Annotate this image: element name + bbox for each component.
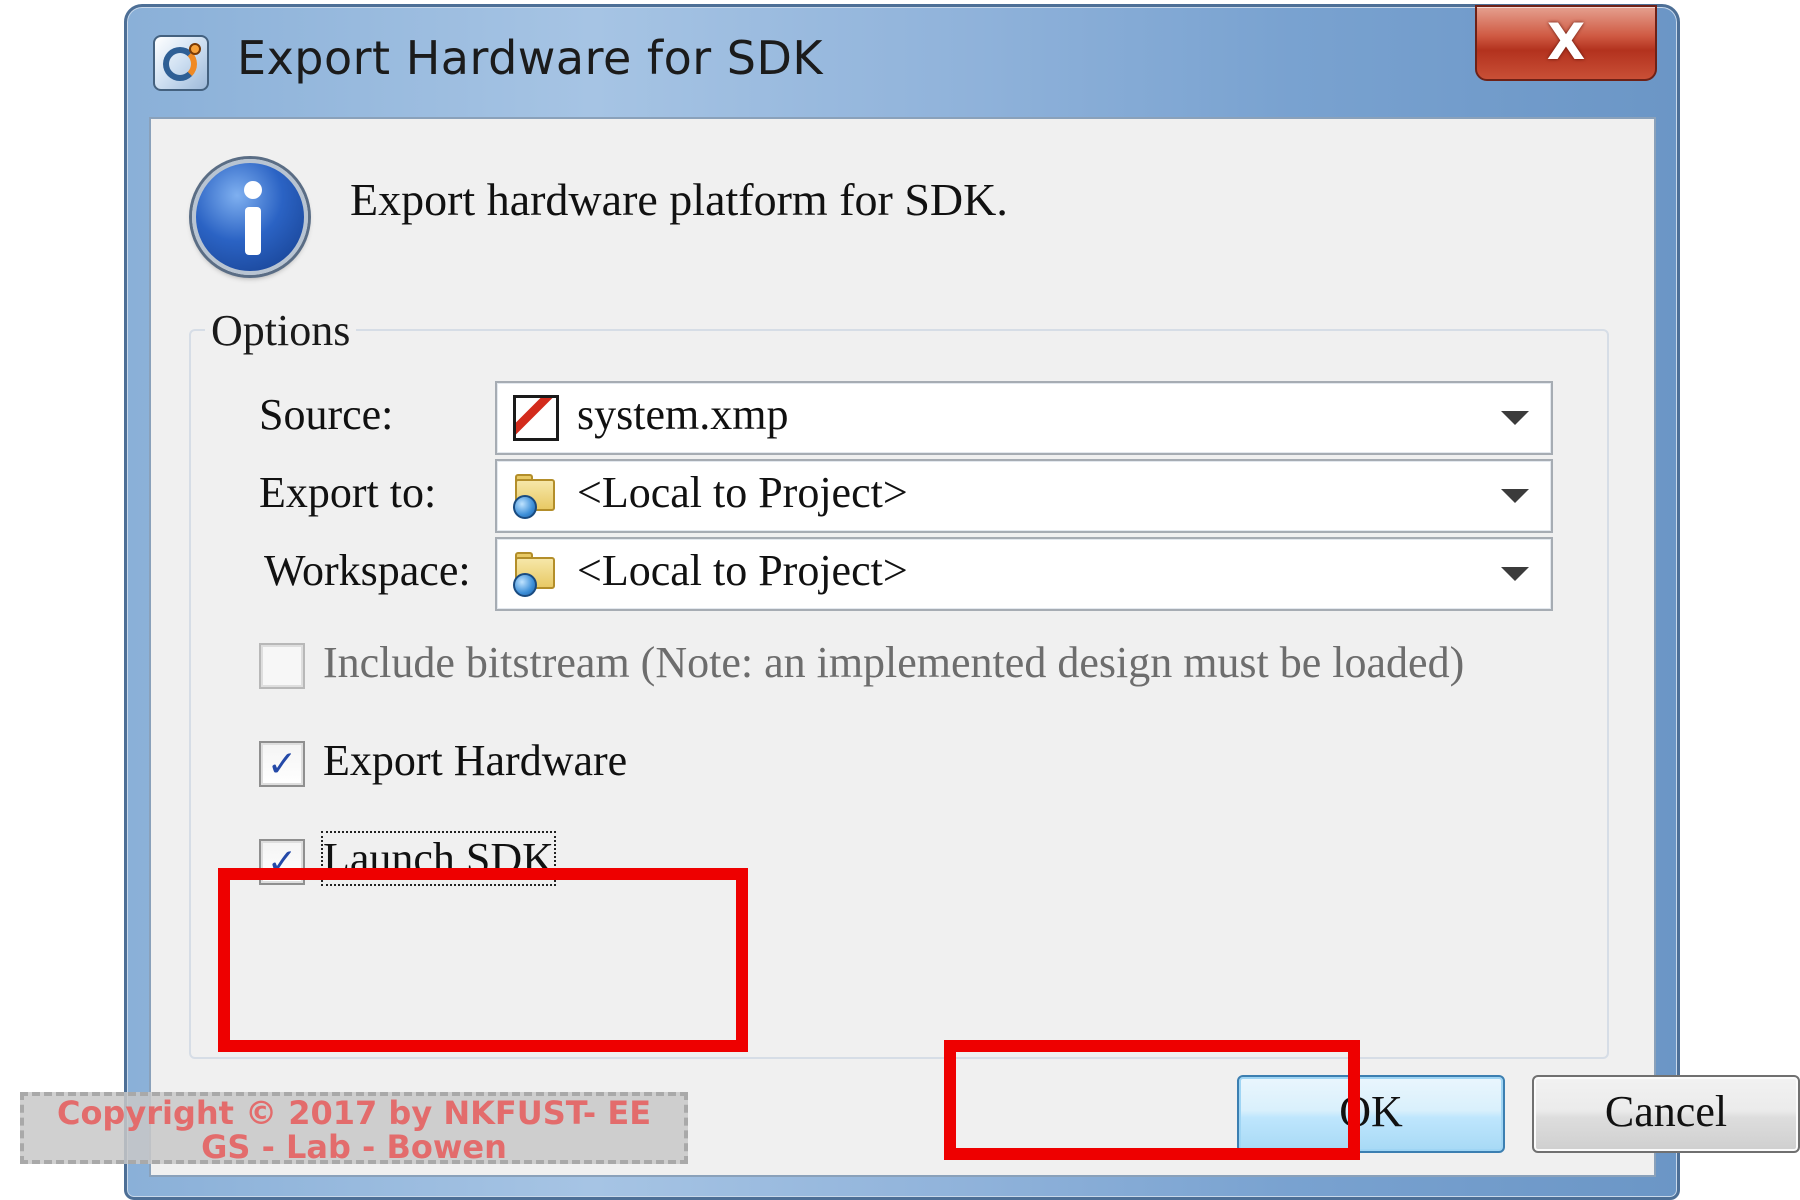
export-to-label: Export to: [259,468,437,517]
close-icon: X [1546,13,1586,71]
source-label: Source: [259,390,394,439]
title-bar[interactable]: Export Hardware for SDK X [127,5,1677,113]
export-to-dropdown[interactable]: <Local to Project> [495,459,1553,533]
close-button[interactable]: X [1475,5,1657,81]
watermark-line-1: Copyright © 2017 by NKFUST- EE [56,1094,652,1132]
folder-globe-icon [513,551,559,597]
include-bitstream-checkbox[interactable] [259,643,305,689]
launch-sdk-checkbox[interactable]: ✓ [259,839,305,885]
window-title: Export Hardware for SDK [237,31,824,85]
export-to-value: <Local to Project> [577,468,908,517]
chevron-down-icon [1501,489,1529,503]
info-icon [192,159,308,275]
source-value: system.xmp [577,390,789,439]
source-dropdown[interactable]: system.xmp [495,381,1553,455]
cancel-button[interactable]: Cancel [1532,1075,1800,1153]
watermark-line-2: GS - Lab - Bowen [201,1128,507,1166]
folder-globe-icon [513,473,559,519]
workspace-label: Workspace: [264,546,471,595]
xilinx-app-icon [153,35,209,91]
copyright-watermark: Copyright © 2017 by NKFUST- EE GS - Lab … [20,1092,688,1164]
include-bitstream-label: Include bitstream (Note: an implemented … [323,638,1465,687]
workspace-dropdown[interactable]: <Local to Project> [495,537,1553,611]
info-icon-bar [245,207,261,255]
export-hardware-checkbox[interactable]: ✓ [259,741,305,787]
app-icon-dot [189,43,201,55]
export-hardware-label: Export Hardware [323,736,628,785]
dialog-body: Export hardware platform for SDK. Option… [149,117,1800,1177]
workspace-value: <Local to Project> [577,546,908,595]
chevron-down-icon [1501,411,1529,425]
info-icon-dot [244,181,262,199]
dialog-message: Export hardware platform for SDK. [350,174,1008,225]
options-legend: Options [205,305,357,356]
chevron-down-icon [1501,567,1529,581]
checkmark-icon: ✓ [267,744,298,785]
globe-icon [513,573,537,597]
ok-button[interactable]: OK [1237,1075,1505,1153]
launch-sdk-label: Launch SDK [321,831,556,886]
checkmark-icon: ✓ [267,842,298,883]
xmp-file-icon [513,395,559,441]
export-hardware-dialog: Export Hardware for SDK X Export hardwar… [124,4,1800,1200]
globe-icon [513,495,537,519]
